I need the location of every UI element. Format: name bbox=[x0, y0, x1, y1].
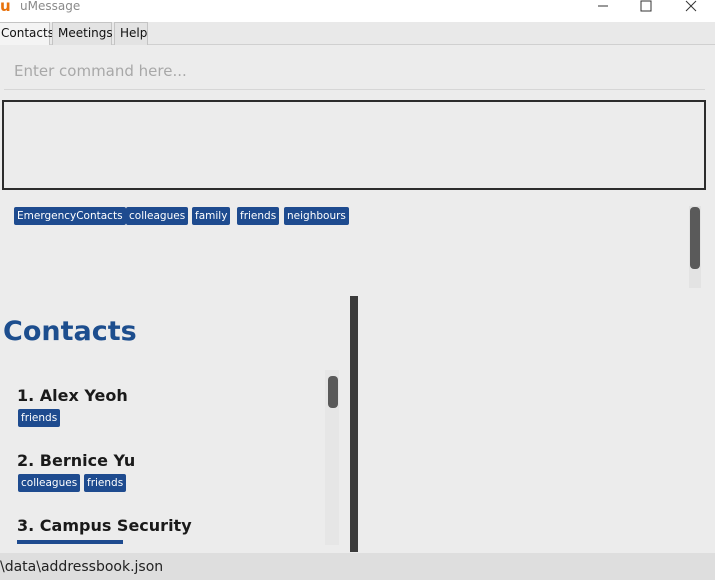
contacts-heading: Contacts bbox=[3, 316, 137, 347]
person-tag-partial bbox=[17, 540, 123, 544]
tag-filter-friends[interactable]: friends bbox=[237, 207, 280, 225]
tab-bar: Contacts Meetings Help bbox=[0, 22, 715, 45]
person-tag: colleagues bbox=[18, 474, 81, 492]
status-file-path: \data\addressbook.json bbox=[0, 559, 164, 575]
tag-filter-emergencycontacts[interactable]: EmergencyContacts bbox=[14, 207, 126, 225]
contact-list-scrollbar-thumb[interactable] bbox=[328, 376, 338, 408]
tag-area-scrollbar-thumb[interactable] bbox=[690, 207, 700, 269]
split-pane-divider[interactable] bbox=[350, 296, 358, 552]
window-title: uMessage bbox=[20, 0, 81, 13]
maximize-icon[interactable] bbox=[634, 0, 658, 14]
result-display[interactable] bbox=[2, 100, 706, 190]
person-card-name[interactable]: 2. Bernice Yu bbox=[17, 451, 135, 470]
tab-contacts[interactable]: Contacts bbox=[0, 22, 54, 45]
tag-filter-colleagues[interactable]: colleagues bbox=[126, 207, 189, 225]
tab-meetings[interactable]: Meetings bbox=[52, 22, 113, 45]
person-card-name[interactable]: 1. Alex Yeoh bbox=[17, 386, 128, 405]
close-icon[interactable] bbox=[680, 0, 704, 14]
tag-filter-neighbours[interactable]: neighbours bbox=[284, 207, 349, 225]
app-logo-icon: u bbox=[0, 0, 11, 15]
person-tag: friends bbox=[84, 474, 127, 492]
title-bar: u uMessage bbox=[0, 0, 715, 22]
person-tag: friends bbox=[18, 409, 61, 427]
tab-help[interactable]: Help bbox=[114, 22, 148, 45]
minimize-icon[interactable] bbox=[592, 0, 616, 14]
person-card-name[interactable]: 3. Campus Security bbox=[17, 516, 192, 535]
tag-filter-family[interactable]: family bbox=[192, 207, 231, 225]
status-bar: \data\addressbook.json bbox=[0, 553, 715, 580]
command-input[interactable] bbox=[4, 52, 705, 90]
